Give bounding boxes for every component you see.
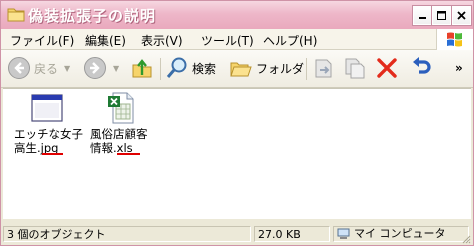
file-name-line1: 風俗店顧客 — [90, 127, 148, 141]
minimize-icon — [419, 17, 426, 19]
window-title: 偽装拡張子の説明 — [28, 7, 157, 25]
move-to-button[interactable] — [312, 54, 336, 82]
extension-underline — [117, 153, 140, 155]
file-list-area[interactable]: エッチな女子 高生.jpg 風俗店顧客 情報.xls — [3, 88, 471, 219]
move-to-icon — [315, 59, 332, 78]
undo-button[interactable] — [409, 54, 433, 82]
extension-underline — [42, 153, 63, 155]
up-folder-icon — [132, 59, 152, 78]
windows-flag-icon — [447, 32, 462, 47]
resize-grip-icon — [462, 235, 471, 244]
my-computer-icon — [337, 228, 350, 239]
close-button[interactable] — [452, 6, 471, 25]
minimize-button[interactable] — [413, 6, 432, 25]
back-dropdown-icon[interactable]: ▼ — [64, 64, 70, 73]
forward-dropdown-icon[interactable]: ▼ — [113, 64, 119, 73]
folder-icon — [7, 6, 25, 25]
back-button[interactable]: 戻る ▼ — [7, 54, 70, 82]
status-bar: 3 個のオブジェクト 27.0 KB マイ コンピュータ — [1, 223, 473, 245]
menu-bar: ファイル(F) 編集(E) 表示(V) ツール(T) ヘルプ(H) — [1, 29, 473, 50]
explorer-window: 偽装拡張子の説明 ファイル(F) 編集(E) 表示(V) ツール(T) ヘルプ(… — [0, 0, 474, 246]
forward-arrow-icon — [84, 57, 106, 79]
toolbar: 戻る ▼ ▼ 検索 フォルダ » — [1, 50, 473, 88]
menu-view[interactable]: 表示(V) — [141, 32, 183, 49]
toolbar-overflow-button[interactable]: » — [455, 54, 463, 82]
windows-logo — [436, 29, 473, 50]
status-location-pane: マイ コンピュータ — [333, 226, 469, 242]
window-app-icon — [30, 91, 64, 125]
copy-to-button[interactable] — [343, 54, 367, 82]
undo-icon — [413, 57, 431, 74]
status-size: 27.0 KB — [254, 226, 330, 242]
excel-file-icon — [104, 91, 138, 125]
copy-to-icon — [345, 58, 365, 79]
menu-file[interactable]: ファイル(F) — [10, 32, 74, 49]
file-name-line1: エッチな女子 — [14, 127, 83, 141]
file-item[interactable]: エッチな女子 高生.jpg — [14, 91, 92, 155]
delete-x-icon — [377, 58, 397, 78]
resize-grip[interactable] — [461, 233, 471, 244]
folders-label: フォルダ — [256, 61, 305, 76]
forward-button[interactable]: ▼ — [83, 54, 119, 82]
menu-help[interactable]: ヘルプ(H) — [263, 32, 317, 49]
menu-tools[interactable]: ツール(T) — [201, 32, 254, 49]
back-label: 戻る — [34, 61, 59, 76]
folders-button[interactable]: フォルダ — [229, 54, 304, 82]
up-folder-button[interactable] — [130, 54, 154, 82]
chevron-right-icon: » — [455, 61, 463, 75]
magnifier-icon — [166, 57, 187, 78]
toolbar-separator — [306, 58, 307, 80]
folders-icon — [230, 62, 252, 77]
status-object-count: 3 個のオブジェクト — [3, 226, 251, 242]
toolbar-separator — [160, 58, 161, 80]
status-location: マイ コンピュータ — [354, 227, 446, 240]
maximize-button[interactable] — [432, 6, 451, 25]
close-icon — [457, 11, 466, 20]
back-arrow-icon — [8, 57, 30, 79]
menu-edit[interactable]: 編集(E) — [85, 32, 126, 49]
title-bar[interactable]: 偽装拡張子の説明 — [1, 1, 473, 29]
search-button[interactable]: 検索 — [165, 54, 216, 82]
search-label: 検索 — [192, 61, 217, 76]
delete-button[interactable] — [375, 54, 399, 82]
file-item[interactable]: 風俗店顧客 情報.xls — [90, 91, 168, 155]
maximize-icon — [437, 11, 446, 20]
